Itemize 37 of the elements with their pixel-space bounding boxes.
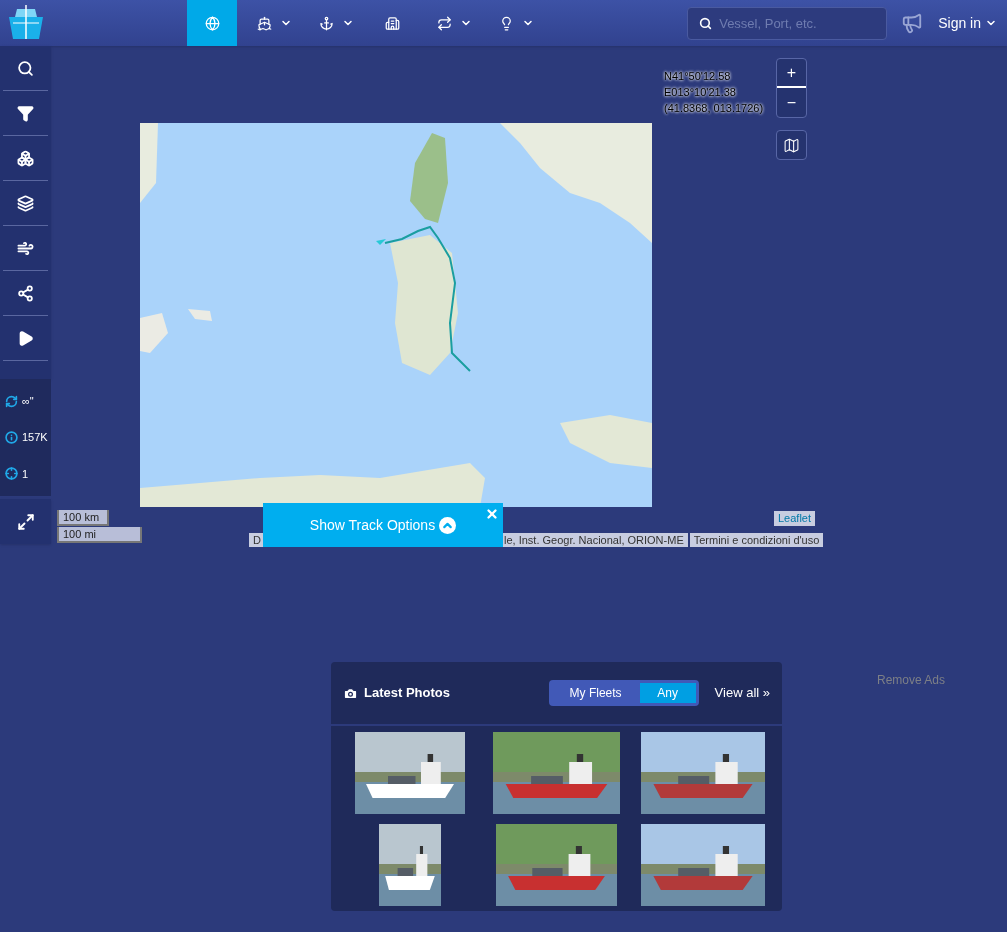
repeat-icon bbox=[436, 15, 452, 31]
search-field[interactable]: Vessel, Port, etc. bbox=[687, 6, 888, 40]
crosshair-icon bbox=[5, 467, 18, 481]
search-icon bbox=[17, 59, 34, 77]
scale-bar: 100 mi bbox=[57, 527, 142, 543]
camera-icon bbox=[343, 685, 358, 701]
refresh-icon bbox=[5, 394, 18, 408]
map-icon bbox=[783, 136, 800, 154]
zoom-in-button[interactable]: + bbox=[777, 59, 806, 88]
expand-icon bbox=[16, 512, 35, 531]
zoom-out-button[interactable]: − bbox=[777, 88, 806, 117]
megaphone-icon[interactable] bbox=[901, 12, 924, 34]
play-icon bbox=[17, 329, 34, 347]
wind-icon bbox=[17, 239, 34, 257]
filter-tab[interactable]: My Fleets bbox=[551, 683, 640, 703]
layers-icon bbox=[17, 194, 34, 212]
scale-bar: 100 km bbox=[57, 510, 109, 526]
globe-icon bbox=[204, 15, 220, 31]
panel-title: Latest Photos bbox=[364, 684, 450, 703]
chevron-up-icon bbox=[439, 516, 457, 534]
anchor-icon bbox=[318, 15, 334, 31]
coordinates-text: N41°50'12.58 E013°10'21.38 (41.8368, 013.1726) bbox=[664, 69, 764, 116]
stat-value: 1 bbox=[22, 466, 29, 482]
view-all-link[interactable]: View all » bbox=[714, 683, 770, 703]
sign-in-button[interactable]: Sign in bbox=[938, 12, 997, 34]
building-icon bbox=[384, 15, 400, 31]
fullscreen-button[interactable] bbox=[0, 499, 51, 544]
info-icon bbox=[5, 431, 18, 444]
stat-value: ∞" bbox=[22, 393, 34, 409]
terms-link[interactable]: Termini e condizioni d'uso bbox=[689, 533, 824, 547]
ship-icon bbox=[256, 15, 272, 31]
search-icon bbox=[699, 16, 713, 30]
stat-value: 157K bbox=[22, 430, 48, 446]
network-icon bbox=[17, 284, 34, 302]
boxes-icon bbox=[17, 149, 34, 167]
map-layers-button[interactable] bbox=[776, 130, 807, 160]
filter-icon bbox=[17, 104, 34, 122]
